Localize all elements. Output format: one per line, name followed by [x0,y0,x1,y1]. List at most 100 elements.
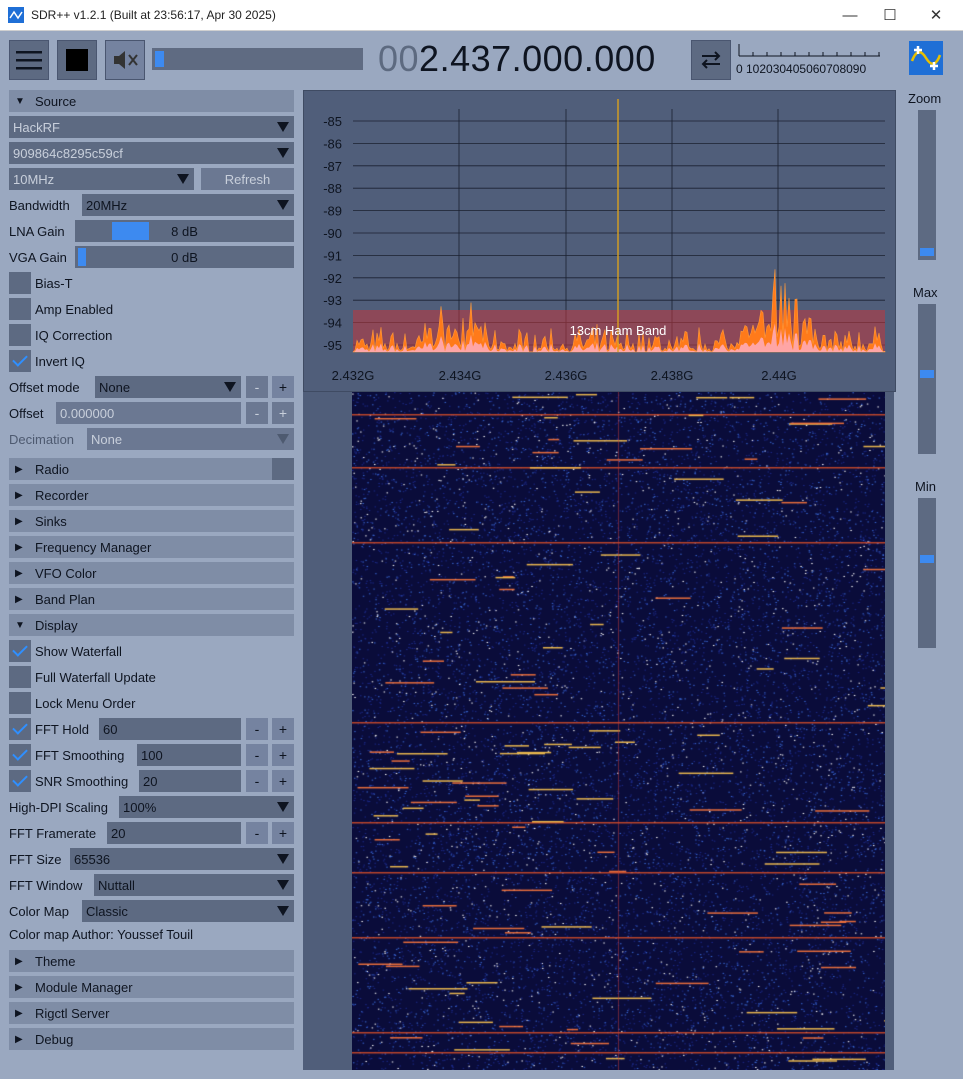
frequency-display[interactable]: 002.437.000.000 [378,38,656,80]
fft-smoothing-plus-button[interactable]: + [272,744,294,766]
bias-t-label: Bias-T [35,276,73,291]
bandwidth-select[interactable]: 20MHz [82,194,294,216]
expand-arrow-icon: ▶ [15,541,23,553]
volume-slider[interactable] [152,48,363,70]
frequency-manager-header[interactable]: ▶ Frequency Manager [9,536,294,558]
sdrpp-logo-icon[interactable] [909,41,943,75]
band-plan-header[interactable]: ▶ Band Plan [9,588,294,610]
recorder-header[interactable]: ▶ Recorder [9,484,294,506]
decimation-select[interactable]: None [87,428,294,450]
window-title: SDR++ v1.2.1 (Built at 23:56:17, Apr 30 … [31,8,276,22]
offset-mode-select[interactable]: None [95,376,241,398]
module-manager-header[interactable]: ▶ Module Manager [9,976,294,998]
zoom-slider-knob[interactable] [920,248,934,256]
fft-size-select[interactable]: 65536 [70,848,294,870]
close-button[interactable]: ✕ [913,0,959,30]
snr-smoothing-checkbox[interactable] [9,770,31,792]
max-slider[interactable] [918,304,936,454]
menu-button[interactable] [9,40,49,80]
amp-enabled-checkbox[interactable] [9,298,31,320]
refresh-button[interactable]: Refresh [201,168,294,190]
fft-y-tick-label: -88 [323,181,342,196]
bias-t-checkbox[interactable] [9,272,31,294]
snr-smoothing-value: 20 [143,773,158,789]
hidpi-scaling-select[interactable]: 100% [119,796,294,818]
tuning-mode-button[interactable] [691,40,731,80]
fft-y-tick-label: -94 [323,316,342,331]
color-map-select[interactable]: Classic [82,900,294,922]
fft-framerate-minus-button[interactable]: - [246,822,268,844]
offset-mode-minus-button[interactable]: - [246,376,268,398]
zoom-slider[interactable] [918,110,936,260]
min-slider-knob[interactable] [920,555,934,563]
lna-gain-value: 8 dB [171,224,198,239]
fft-window-select[interactable]: Nuttall [94,874,294,896]
mute-button[interactable] [105,40,145,80]
fft-hold-plus-button[interactable]: + [272,718,294,740]
fft-y-tick-label: -95 [323,338,342,353]
fft-x-tick-label: 2.436G [545,368,588,383]
serial-select[interactable]: 909864c8295c59cf [9,142,294,164]
fft-smoothing-minus-button[interactable]: - [246,744,268,766]
dropdown-arrow-icon [277,880,289,890]
serial-select-value: 909864c8295c59cf [13,145,123,161]
source-header[interactable]: ▼ Source [9,90,294,112]
offset-minus-button[interactable]: - [246,402,268,424]
fft-hold-checkbox[interactable] [9,718,31,740]
snr-smoothing-minus-button[interactable]: - [246,770,268,792]
min-slider[interactable] [918,498,936,648]
full-waterfall-update-checkbox[interactable] [9,666,31,688]
samplerate-select-value: 10MHz [13,171,55,187]
hidpi-scaling-value: 100% [123,799,157,815]
lock-menu-order-checkbox[interactable] [9,692,31,714]
stop-button[interactable] [57,40,97,80]
rigctl-server-header[interactable]: ▶ Rigctl Server [9,1002,294,1024]
offset-input-value: 0.000000 [60,405,115,421]
collapse-arrow-icon: ▼ [15,619,25,631]
samplerate-select[interactable]: 10MHz [9,168,194,190]
iq-correction-checkbox[interactable] [9,324,31,346]
fft-spectrum-svg[interactable]: 13cm Ham Band -85 -86 -87 -88 -89 -90 -91 -92 -9… [304,91,895,391]
lna-gain-slider[interactable]: 8 dB [75,220,294,242]
frequency-leading-digits[interactable]: 00 [378,38,419,79]
fft-framerate-plus-button[interactable]: + [272,822,294,844]
waterfall-canvas[interactable] [352,392,885,1070]
volume-slider-knob[interactable] [155,51,164,67]
fft-hold-input[interactable]: 60 [99,718,241,740]
snr-smoothing-plus-button[interactable]: + [272,770,294,792]
invert-iq-checkbox[interactable] [9,350,31,372]
iq-correction-label: IQ Correction [35,328,113,343]
rigctl-server-header-label: Rigctl Server [35,1005,110,1021]
fft-smoothing-input[interactable]: 100 [137,744,241,766]
max-slider-knob[interactable] [920,370,934,378]
speaker-muted-icon [114,51,138,69]
offset-input[interactable]: 0.000000 [56,402,241,424]
sinks-header-label: Sinks [35,513,67,529]
expand-arrow-icon: ▶ [15,567,23,579]
frequency-digits[interactable]: 2.437.000.000 [419,38,656,79]
waterfall-panel[interactable] [303,392,894,1070]
vga-gain-slider[interactable]: 0 dB [75,246,294,268]
fft-hold-minus-button[interactable]: - [246,718,268,740]
fft-framerate-input[interactable]: 20 [107,822,241,844]
decimation-value: None [91,431,123,447]
vfo-color-header[interactable]: ▶ VFO Color [9,562,294,584]
display-header[interactable]: ▼ Display [9,614,294,636]
radio-enable-toggle[interactable] [272,458,294,480]
show-waterfall-checkbox[interactable] [9,640,31,662]
theme-header[interactable]: ▶ Theme [9,950,294,972]
expand-arrow-icon: ▶ [15,489,23,501]
snr-smoothing-input[interactable]: 20 [139,770,241,792]
offset-mode-label: Offset mode [9,380,80,395]
fft-spectrum-plot[interactable]: 13cm Ham Band -85 -86 -87 -88 -89 -90 -91 -92 -9… [303,90,896,392]
bandwidth-label: Bandwidth [9,198,70,213]
dropdown-arrow-icon [277,122,289,132]
sinks-header[interactable]: ▶ Sinks [9,510,294,532]
maximize-button[interactable]: ☐ [867,0,913,30]
offset-mode-plus-button[interactable]: + [272,376,294,398]
fft-smoothing-checkbox[interactable] [9,744,31,766]
device-select[interactable]: HackRF [9,116,294,138]
debug-header[interactable]: ▶ Debug [9,1028,294,1050]
radio-header[interactable]: ▶ Radio [9,458,294,480]
offset-plus-button[interactable]: + [272,402,294,424]
